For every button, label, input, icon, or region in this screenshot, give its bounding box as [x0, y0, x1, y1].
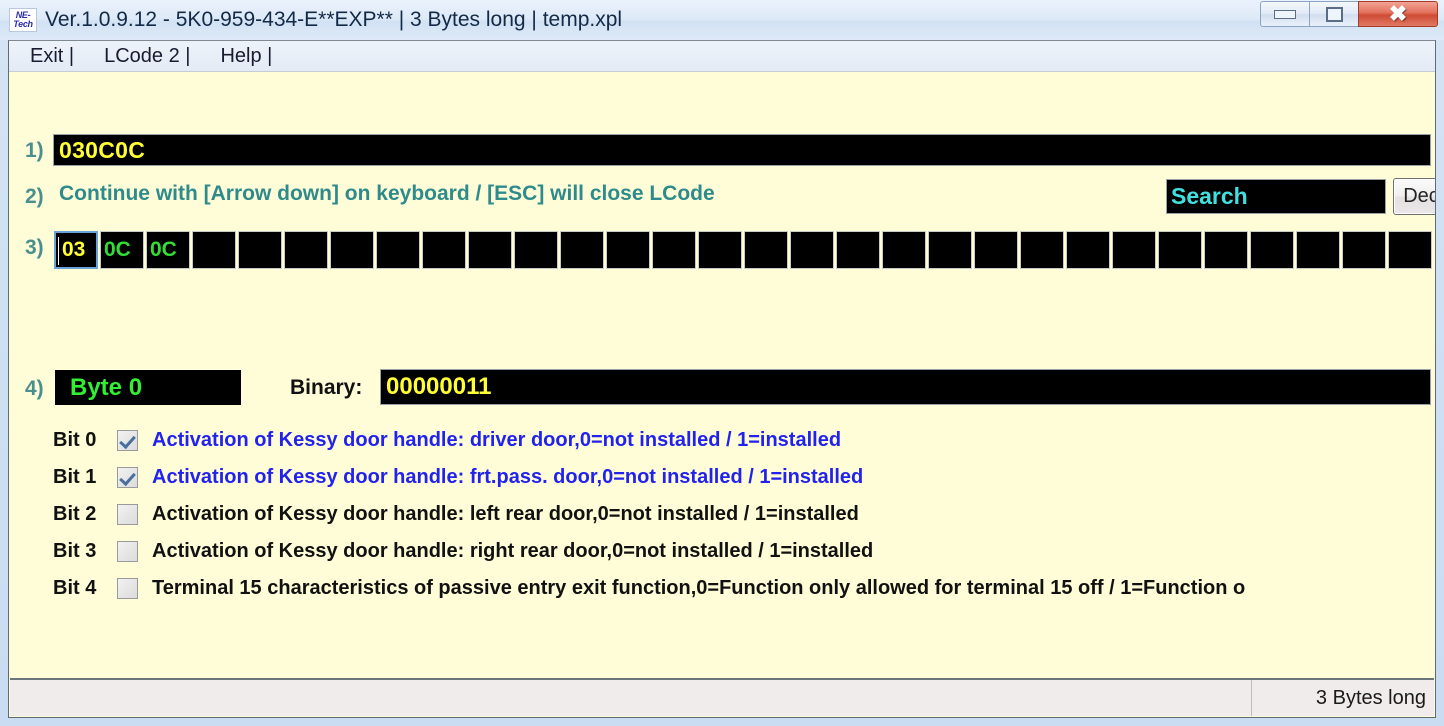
byte-label-text: Byte 0 [70, 373, 143, 401]
bit-checkbox-checked[interactable] [117, 467, 138, 488]
byte-cell[interactable] [1342, 231, 1386, 269]
byte-cell[interactable] [606, 231, 650, 269]
byte-cell[interactable] [468, 231, 512, 269]
step-2-number: 2) [25, 185, 44, 208]
byte-cell[interactable] [882, 231, 926, 269]
close-button[interactable]: ✖ [1358, 1, 1438, 27]
byte-label-field: Byte 0 [55, 370, 241, 405]
byte-cell[interactable] [238, 231, 282, 269]
byte-cell[interactable] [744, 231, 788, 269]
minimize-button[interactable] [1260, 1, 1310, 27]
client-area: Exit | LCode 2 | Help | 1) 03 0C 0C 2) Con… [8, 40, 1436, 718]
content-area: 1) 03 0C 0C 2) Continue with [Arrow down] … [9, 72, 1435, 687]
byte-cell[interactable] [928, 231, 972, 269]
byte-cell[interactable] [1250, 231, 1294, 269]
menu-item-exit[interactable]: Exit | [24, 45, 80, 68]
byte-cell[interactable] [330, 231, 374, 269]
close-icon: ✖ [1388, 1, 1408, 26]
binary-label: Binary: [290, 376, 363, 399]
byte-cell[interactable] [1204, 231, 1248, 269]
keyboard-hint-text: Continue with [Arrow down] on keyboard /… [59, 182, 715, 205]
byte-cell[interactable]: 03 [54, 231, 98, 269]
byte-cell[interactable] [652, 231, 696, 269]
status-bar-right-pane: 3 Bytes long [1252, 680, 1434, 716]
byte-cell[interactable] [192, 231, 236, 269]
status-bar-left-pane [10, 680, 1252, 716]
byte-cell[interactable]: 0C [146, 231, 190, 269]
menu-bar: Exit | LCode 2 | Help | [9, 41, 1435, 72]
bit-checkbox-unchecked[interactable] [117, 578, 138, 599]
bit-row-description: Activation of Kessy door handle: right r… [152, 540, 874, 562]
bit-checkbox-unchecked[interactable] [117, 504, 138, 525]
bit-row[interactable]: Bit 1 Activation of Kessy door handle: fr… [9, 459, 1435, 496]
byte-cell[interactable] [376, 231, 420, 269]
bit-row[interactable]: Bit 4 Terminal 15 characteristics of pass… [9, 570, 1435, 607]
byte-cell[interactable] [1020, 231, 1064, 269]
byte-cell[interactable] [514, 231, 558, 269]
bit-row-description: Activation of Kessy door handle: left re… [152, 503, 859, 525]
maximize-icon [1325, 6, 1343, 22]
byte-cell[interactable] [560, 231, 604, 269]
code-input-value: 030C0C [59, 136, 146, 163]
app-logo-icon: NE- Tech [9, 8, 37, 32]
bit-checkbox-unchecked[interactable] [117, 541, 138, 562]
maximize-button[interactable] [1309, 1, 1359, 27]
byte-cell[interactable] [790, 231, 834, 269]
step-4-number: 4) [25, 377, 44, 400]
application-window: NE- Tech Ver.1.0.9.12 - 5K0-959-434-E**E… [0, 0, 1444, 726]
code-input[interactable]: 030C0C [53, 134, 1431, 166]
bit-row-label: Bit 3 [53, 540, 97, 562]
bit-checkbox-checked[interactable] [117, 430, 138, 451]
byte-cell[interactable] [422, 231, 466, 269]
byte-cell[interactable] [284, 231, 328, 269]
bit-row[interactable]: Bit 0 Activation of Kessy door handle: dr… [9, 422, 1435, 459]
app-logo-line2: Tech [13, 19, 33, 29]
byte-cell[interactable]: 0C [100, 231, 144, 269]
byte-cells-row: 03 0C 0C [54, 231, 1434, 269]
bit-row-description: Activation of Kessy door handle: frt.pas… [152, 466, 864, 488]
byte-cell[interactable] [1296, 231, 1340, 269]
window-controls: ✖ [1260, 1, 1438, 29]
bit-list: Bit 0 Activation of Kessy door handle: dr… [9, 422, 1435, 607]
title-bar: NE- Tech Ver.1.0.9.12 - 5K0-959-434-E**E… [0, 0, 1444, 40]
bit-row-label: Bit 2 [53, 503, 97, 525]
byte-cell[interactable] [1066, 231, 1110, 269]
bit-row-label: Bit 4 [53, 577, 97, 599]
bit-row-label: Bit 1 [53, 466, 97, 488]
step-3-number: 3) [25, 236, 44, 259]
byte-cell[interactable] [1158, 231, 1202, 269]
search-input[interactable]: Search [1166, 179, 1386, 214]
binary-input[interactable]: 00000011 [380, 369, 1431, 405]
menu-item-help[interactable]: Help | [214, 45, 278, 68]
byte-cell[interactable] [1388, 231, 1432, 269]
dec-button-label: Dec [1403, 185, 1435, 207]
bit-row-label: Bit 0 [53, 429, 97, 451]
byte-cell[interactable] [974, 231, 1018, 269]
bit-row-description: Terminal 15 characteristics of passive e… [152, 577, 1246, 599]
window-title: Ver.1.0.9.12 - 5K0-959-434-E**EXP** | 3 … [45, 8, 623, 31]
step-1-number: 1) [25, 139, 44, 162]
minimize-icon [1274, 9, 1296, 19]
byte-cell-value: 0C [104, 238, 131, 261]
status-bar-length-text: 3 Bytes long [1315, 686, 1426, 709]
binary-input-value: 00000011 [386, 373, 492, 400]
byte-cell-value: 03 [62, 238, 86, 261]
byte-cell[interactable] [1112, 231, 1156, 269]
search-input-value: Search [1171, 183, 1248, 209]
bit-row[interactable]: Bit 2 Activation of Kessy door handle: le… [9, 496, 1435, 533]
menu-item-lcode2[interactable]: LCode 2 | [98, 45, 196, 68]
bit-row-description: Activation of Kessy door handle: driver … [152, 429, 842, 451]
dec-button[interactable]: Dec [1393, 178, 1435, 215]
byte-cell[interactable] [836, 231, 880, 269]
bit-row[interactable]: Bit 3 Activation of Kessy door handle: ri… [9, 533, 1435, 570]
byte-cell[interactable] [698, 231, 742, 269]
byte-cell-value: 0C [150, 238, 177, 261]
status-bar: 3 Bytes long [10, 678, 1434, 716]
